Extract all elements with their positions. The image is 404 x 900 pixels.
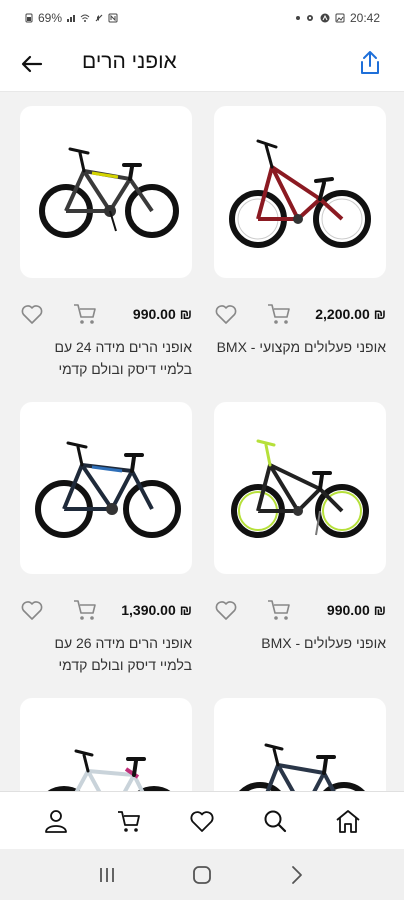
status-bar: 69% 20:42 (0, 0, 404, 36)
back-button[interactable] (18, 50, 46, 78)
notification-dot-icon (295, 16, 300, 20)
cart-icon[interactable] (72, 598, 98, 622)
product-name[interactable]: אופני הרים מידה 26 עם בלמיי דיסק ובולם ק… (20, 632, 192, 676)
product-name[interactable]: אופני הרים מידה 24 עם בלמיי דיסק ובולם ק… (20, 336, 192, 380)
nfc-icon (108, 13, 118, 23)
cart-icon[interactable] (72, 302, 98, 326)
product-actions: 990.00 ₪ (20, 302, 192, 326)
status-left: 69% (24, 11, 118, 25)
black-lime-bmx-bike-image (231, 439, 369, 538)
wifi-icon (80, 14, 90, 22)
product-price: 990.00 ₪ (132, 306, 192, 322)
black-blue-mountain-bike-image (35, 441, 181, 538)
recent-apps-icon (100, 867, 115, 882)
gear-icon (306, 15, 313, 21)
nav-cart-button[interactable] (113, 805, 145, 837)
cart-icon[interactable] (266, 302, 292, 326)
home-icon (336, 809, 360, 833)
product-actions: 2,200.00 ₪ (214, 302, 386, 326)
product-image[interactable] (214, 106, 386, 278)
product-card[interactable]: 1,390.00 ₪ אופני הרים מידה 26 עם בלמיי ד… (20, 402, 192, 673)
bottom-navigation (0, 791, 404, 849)
arrow-left-icon (21, 55, 43, 73)
product-card[interactable]: 2,200.00 ₪ אופני פעלולים מקצועי - BMX (214, 106, 386, 355)
product-price: 1,390.00 ₪ (121, 602, 192, 618)
product-list[interactable]: 2,200.00 ₪ אופני פעלולים מקצועי - BMX 99… (0, 93, 404, 791)
product-card[interactable] (20, 698, 192, 791)
product-price: 2,200.00 ₪ (315, 306, 386, 322)
mute-icon (95, 14, 103, 22)
app-header: אופני הרים (0, 36, 404, 92)
product-price: 990.00 ₪ (326, 602, 386, 618)
red-bmx-bike-image (229, 139, 371, 248)
gallery-icon (335, 13, 345, 23)
back-system-button[interactable] (283, 861, 311, 889)
profile-icon (45, 809, 68, 833)
clock: 20:42 (349, 11, 380, 25)
product-image[interactable] (214, 698, 386, 791)
product-name[interactable]: אופני פעלולים מקצועי - BMX (214, 336, 386, 358)
recent-apps-button[interactable] (93, 861, 121, 889)
heart-icon[interactable] (214, 598, 238, 622)
white-mountain-bike-image (47, 749, 171, 791)
product-image[interactable] (20, 402, 192, 574)
battery-percent: 69% (38, 11, 63, 25)
nav-profile-button[interactable] (40, 805, 72, 837)
share-button[interactable] (356, 48, 384, 78)
page-title: אופני הרים (82, 50, 177, 73)
product-image[interactable] (214, 402, 386, 574)
dark-mountain-bike-image (239, 743, 365, 791)
nav-search-button[interactable] (259, 805, 291, 837)
product-name[interactable]: אופני פעלולים - BMX (214, 632, 386, 654)
product-actions: 1,390.00 ₪ (20, 598, 192, 622)
battery-icon (25, 13, 33, 23)
cart-icon[interactable] (266, 598, 292, 622)
nav-home-button[interactable] (332, 805, 364, 837)
home-system-button[interactable] (188, 861, 216, 889)
heart-icon[interactable] (20, 598, 44, 622)
heart-icon (190, 810, 214, 832)
nav-favorites-button[interactable] (186, 805, 218, 837)
status-right: 20:42 (295, 11, 380, 25)
product-card[interactable]: 990.00 ₪ אופני הרים מידה 24 עם בלמיי דיס… (20, 106, 192, 377)
heart-icon[interactable] (214, 302, 238, 326)
black-yellow-mountain-bike-image (39, 147, 179, 238)
heart-icon[interactable] (20, 302, 44, 326)
product-actions: 990.00 ₪ (214, 598, 386, 622)
product-image[interactable] (20, 698, 192, 791)
search-icon (264, 810, 286, 832)
product-image[interactable] (20, 106, 192, 278)
home-circle-icon (193, 865, 211, 884)
cart-icon (118, 810, 141, 832)
product-card[interactable]: 990.00 ₪ אופני פעלולים - BMX (214, 402, 386, 651)
product-card[interactable] (214, 698, 386, 791)
signal-icon (67, 15, 76, 22)
app-notification-icon (320, 13, 330, 23)
share-icon (361, 51, 379, 74)
system-navigation (0, 849, 404, 900)
chevron-right-icon (291, 865, 302, 884)
